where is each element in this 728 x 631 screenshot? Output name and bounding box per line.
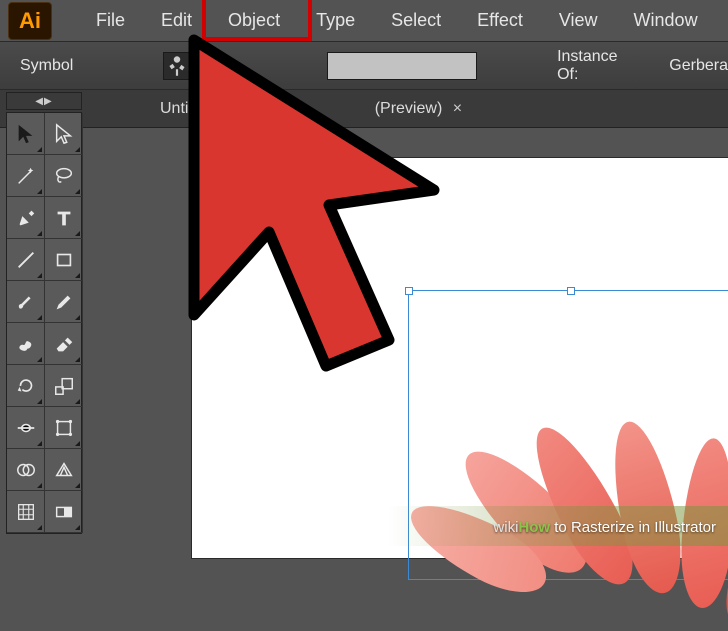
instance-of-label: Instance Of: xyxy=(557,48,643,84)
rotate-icon xyxy=(15,375,37,397)
paintbrush-tool[interactable] xyxy=(7,281,45,323)
type-tool[interactable] xyxy=(45,197,83,239)
cursor-solid-icon xyxy=(15,123,37,145)
pen-tool[interactable] xyxy=(7,197,45,239)
scale-tool[interactable] xyxy=(45,365,83,407)
watermark: wikiHow to Rasterize in Illustrator xyxy=(493,519,716,536)
type-icon xyxy=(53,207,75,229)
wand-icon xyxy=(15,165,37,187)
pencil-tool[interactable] xyxy=(45,281,83,323)
lasso-tool[interactable] xyxy=(45,155,83,197)
width-icon xyxy=(15,417,37,439)
shape-builder-icon xyxy=(15,459,37,481)
pencil-icon xyxy=(53,291,75,313)
rotate-tool[interactable] xyxy=(7,365,45,407)
flower-art xyxy=(432,368,728,608)
menu-view[interactable]: View xyxy=(541,2,616,39)
watermark-tail: to Rasterize in Illustrator xyxy=(550,519,716,536)
large-cursor-illustration xyxy=(154,30,464,390)
magic-wand-tool[interactable] xyxy=(7,155,45,197)
shape-builder-tool[interactable] xyxy=(7,449,45,491)
mesh-icon xyxy=(15,501,37,523)
eraser-icon xyxy=(53,333,75,355)
scale-icon xyxy=(53,375,75,397)
blob-icon xyxy=(15,333,37,355)
tools-panel xyxy=(6,112,82,534)
watermark-wiki: wiki xyxy=(493,519,518,536)
menu-file[interactable]: File xyxy=(78,2,143,39)
rectangle-tool[interactable] xyxy=(45,239,83,281)
brush-icon xyxy=(15,291,37,313)
app-logo: Ai xyxy=(8,2,52,40)
width-tool[interactable] xyxy=(7,407,45,449)
gradient-icon xyxy=(53,501,75,523)
free-transform-icon xyxy=(53,417,75,439)
selection-handle[interactable] xyxy=(567,287,575,295)
menu-window[interactable]: Window xyxy=(616,2,716,39)
cursor-outline-icon xyxy=(53,123,75,145)
watermark-how: How xyxy=(518,519,550,536)
blob-brush-tool[interactable] xyxy=(7,323,45,365)
menu-effect[interactable]: Effect xyxy=(459,2,541,39)
perspective-tool[interactable] xyxy=(45,449,83,491)
rect-icon xyxy=(53,249,75,271)
perspective-icon xyxy=(53,459,75,481)
tools-panel-handle[interactable]: ◀▶ xyxy=(6,92,82,110)
gradient-tool[interactable] xyxy=(45,491,83,533)
direct-selection-tool[interactable] xyxy=(45,113,83,155)
selection-tool[interactable] xyxy=(7,113,45,155)
line-tool[interactable] xyxy=(7,239,45,281)
mesh-tool[interactable] xyxy=(7,491,45,533)
pen-icon xyxy=(15,207,37,229)
lasso-icon xyxy=(53,165,75,187)
eraser-tool[interactable] xyxy=(45,323,83,365)
line-icon xyxy=(15,249,37,271)
instance-of-value: Gerbera xyxy=(669,57,728,75)
free-transform-tool[interactable] xyxy=(45,407,83,449)
collapse-arrows-icon: ◀▶ xyxy=(35,96,52,107)
control-symbol-label: Symbol xyxy=(20,57,73,75)
